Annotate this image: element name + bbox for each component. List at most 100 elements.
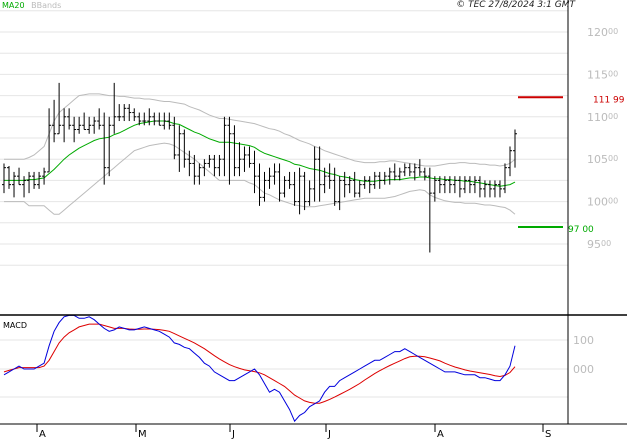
month-label: J xyxy=(231,429,235,440)
month-label: S xyxy=(545,429,551,440)
ohlc-bar xyxy=(152,112,157,126)
ohlc-bar xyxy=(352,171,357,198)
ohlc-bar xyxy=(207,154,212,168)
ohlc-bar xyxy=(262,171,267,202)
ohlc-bar xyxy=(182,129,187,168)
ohlc-bar xyxy=(472,176,477,194)
ohlc-bar xyxy=(112,82,117,134)
ohlc-bar xyxy=(397,167,402,181)
price-tick-label: 11000 xyxy=(587,111,618,124)
ohlc-bar xyxy=(502,163,507,194)
ohlc-bar xyxy=(52,99,57,143)
ohlc-bar xyxy=(127,104,132,122)
legend-bbands: BBands xyxy=(31,1,62,10)
ohlc-bar xyxy=(462,176,467,194)
ohlc-bar xyxy=(317,146,322,202)
ohlc-bar xyxy=(327,163,332,189)
legend-ma20: MA20 xyxy=(2,1,25,10)
resistance-label: 111 99 xyxy=(593,95,625,105)
ohlc-bar xyxy=(487,180,492,198)
ohlc-bar xyxy=(357,180,362,198)
ohlc-bar xyxy=(422,167,427,181)
ohlc-bar xyxy=(92,116,97,134)
chart-canvas: 111 99 97 00 12000 11500 11000 10500 10000 950… xyxy=(0,0,627,440)
macd-title: MACD xyxy=(3,321,27,330)
ohlc-bar xyxy=(252,150,257,194)
ohlc-bar xyxy=(17,167,22,186)
price-tick-label: 11500 xyxy=(587,68,618,81)
ohlc-bar xyxy=(97,108,102,130)
macd-tick-label: 100 xyxy=(573,334,594,347)
ohlc-bar xyxy=(507,146,512,177)
chart-window: 111 99 97 00 12000 11500 11000 10500 10000 950… xyxy=(0,0,627,440)
ohlc-bar xyxy=(337,176,342,211)
ohlc-bar xyxy=(217,154,222,177)
ohlc-bar xyxy=(62,108,67,143)
legend: MA20 BBands xyxy=(2,0,65,11)
ohlc-bar xyxy=(312,146,317,202)
ohlc-bar xyxy=(167,112,172,130)
ohlc-bar xyxy=(107,116,112,177)
support-label: 97 00 xyxy=(568,225,594,235)
ohlc-bar xyxy=(392,163,397,181)
ohlc-bar xyxy=(367,176,372,194)
ohlc-bar xyxy=(447,176,452,194)
ohlc-bar xyxy=(197,163,202,185)
ohlc-bar xyxy=(282,176,287,198)
month-label: A xyxy=(39,429,46,440)
ohlc-bar xyxy=(47,108,52,173)
price-tick-label: 12000 xyxy=(587,26,618,39)
ohlc-bar xyxy=(387,167,392,185)
ohlc-bar xyxy=(382,171,387,185)
ohlc-bar xyxy=(497,180,502,198)
ohlc-bar xyxy=(122,104,127,122)
ohlc-bar xyxy=(247,146,252,168)
price-tick-label: 10000 xyxy=(587,196,618,209)
ohlc-bar xyxy=(102,112,107,185)
price-tick-label: 9500 xyxy=(587,238,611,251)
ohlc-bar xyxy=(82,112,87,131)
ohlc-bar xyxy=(57,82,62,135)
ohlc-bar xyxy=(12,171,17,198)
ohlc-bar xyxy=(227,116,232,185)
ohlc-bar xyxy=(277,163,282,202)
ohlc-bar xyxy=(457,176,462,198)
ohlc-bar xyxy=(482,180,487,198)
ohlc-bar xyxy=(332,167,337,206)
ohlc-bar xyxy=(272,163,277,185)
ohlc-bar xyxy=(222,116,227,177)
ohlc-bar xyxy=(87,116,92,134)
ohlc-bar xyxy=(202,159,207,177)
macd-signal-line xyxy=(3,323,516,404)
ohlc-bar xyxy=(7,165,12,189)
month-label: A xyxy=(437,429,444,440)
month-label: M xyxy=(138,429,147,440)
ohlc-bar xyxy=(257,163,262,206)
ohlc-bar xyxy=(157,112,162,126)
ohlc-bar xyxy=(402,163,407,177)
macd-tick-label: 000 xyxy=(573,363,594,376)
ohlc-bar xyxy=(513,129,517,168)
ohlc-bar xyxy=(232,125,237,177)
ohlc-bar xyxy=(27,171,32,194)
ohlc-bar xyxy=(117,104,122,122)
ohlc-bar xyxy=(362,176,367,189)
ohlc-bar xyxy=(22,176,27,198)
ohlc-bar xyxy=(132,108,137,122)
bb-upper-line xyxy=(4,93,516,167)
ohlc-bar xyxy=(292,171,297,206)
ohlc-bar xyxy=(417,159,422,177)
ohlc-bar xyxy=(302,171,307,211)
price-tick-label: 10500 xyxy=(587,153,618,166)
month-label: J xyxy=(327,429,331,440)
copyright-text: © TEC 27/8/2024 3:1 GMT xyxy=(456,0,575,10)
ohlc-bar xyxy=(477,176,482,198)
ohlc-bar xyxy=(452,176,457,194)
ohlc-bar xyxy=(492,180,497,198)
ohlc-bar xyxy=(342,171,347,198)
macd-line xyxy=(3,314,516,423)
ohlc-bar xyxy=(267,167,272,189)
ohlc-bar xyxy=(67,108,72,130)
ohlc-bar xyxy=(467,176,472,194)
ohlc-bar xyxy=(442,176,447,194)
